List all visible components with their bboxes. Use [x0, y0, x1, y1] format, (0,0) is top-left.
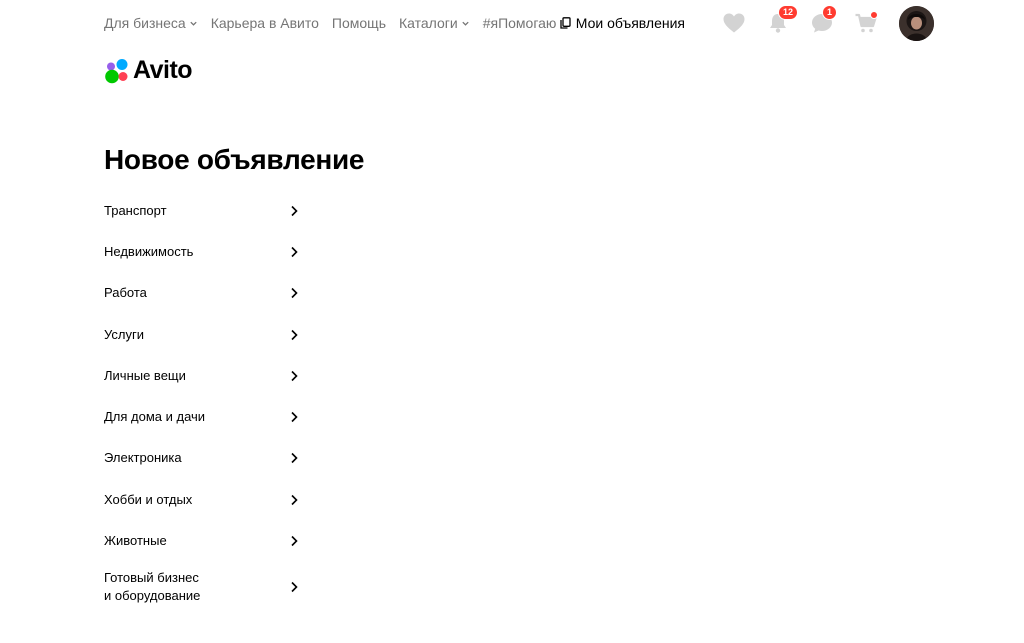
category-business[interactable]: Готовый бизнес и оборудование	[104, 562, 299, 612]
my-ads-label: Мои объявления	[575, 15, 685, 31]
chevron-right-icon	[291, 329, 298, 340]
logo-text: Avito	[133, 56, 193, 84]
category-electronics[interactable]: Электроника	[104, 438, 299, 479]
category-label: Недвижимость	[104, 243, 194, 259]
chevron-right-icon	[291, 535, 298, 547]
nav-link-label: Каталоги	[399, 15, 458, 31]
logo-dots-icon	[105, 58, 128, 83]
category-label: Транспорт	[104, 202, 167, 218]
user-area: Мои объявления 12 1	[560, 5, 934, 41]
category-list: Транспорт Недвижимость Работа Услуги Лич…	[104, 190, 299, 612]
my-ads-link[interactable]: Мои объявления	[560, 15, 685, 31]
avatar[interactable]	[899, 5, 934, 41]
chevron-right-icon	[291, 246, 298, 258]
page-title: Новое объявление	[104, 144, 365, 175]
messages-button[interactable]: 1	[809, 5, 838, 36]
nav-link-label: Для бизнеса	[104, 15, 186, 31]
nav-link-label: Помощь	[331, 15, 386, 31]
category-real-estate[interactable]: Недвижимость	[104, 231, 299, 272]
chevron-right-icon	[291, 453, 298, 464]
nav-link-label: #яПомогаю	[482, 15, 557, 31]
nav-link-career[interactable]: Карьера в Авито	[211, 15, 319, 31]
chevron-right-icon	[291, 412, 298, 423]
chevron-down-icon	[190, 21, 197, 26]
messages-badge: 1	[822, 5, 838, 20]
top-links: Для бизнеса Карьера в Авито Помощь Катал…	[104, 15, 556, 31]
ads-list-icon	[560, 17, 571, 29]
nav-link-catalogs[interactable]: Каталоги	[399, 15, 470, 31]
avito-logo[interactable]: Avito	[104, 56, 193, 85]
notifications-badge: 12	[778, 5, 799, 20]
category-jobs[interactable]: Работа	[104, 273, 299, 314]
user-avatar-image	[899, 5, 934, 41]
category-personal-items[interactable]: Личные вещи	[104, 355, 299, 396]
top-navigation: Для бизнеса Карьера в Авито Помощь Катал…	[104, 0, 934, 46]
chevron-right-icon	[291, 288, 298, 299]
category-hobbies[interactable]: Хобби и отдых	[104, 479, 299, 520]
chevron-right-icon	[291, 581, 298, 592]
chevron-right-icon	[291, 205, 298, 216]
nav-link-ipomogayu[interactable]: #яПомогаю	[483, 15, 557, 31]
category-services[interactable]: Услуги	[104, 314, 299, 355]
category-home-garden[interactable]: Для дома и дачи	[104, 396, 299, 437]
chevron-down-icon	[462, 21, 469, 26]
category-transport[interactable]: Транспорт	[104, 190, 299, 231]
heart-icon	[723, 13, 745, 33]
category-label: Для дома и дачи	[104, 409, 206, 425]
category-label: Услуги	[104, 326, 144, 342]
category-label: Готовый бизнес и оборудование	[104, 569, 201, 603]
category-label: Хобби и отдых	[104, 491, 193, 507]
favorites-button[interactable]	[721, 10, 747, 36]
nav-link-help[interactable]: Помощь	[332, 15, 386, 31]
category-label: Работа	[104, 285, 147, 301]
nav-link-label: Карьера в Авито	[210, 15, 319, 31]
chevron-right-icon	[291, 370, 298, 381]
category-label: Электроника	[104, 450, 182, 466]
nav-link-business[interactable]: Для бизнеса	[104, 15, 198, 31]
category-label: Животные	[104, 533, 167, 549]
cart-indicator-dot	[870, 11, 878, 19]
chevron-right-icon	[291, 494, 298, 505]
category-animals[interactable]: Животные	[104, 520, 299, 561]
cart-button[interactable]	[853, 10, 879, 36]
category-label: Личные вещи	[104, 367, 186, 383]
notifications-button[interactable]: 12	[765, 5, 799, 36]
